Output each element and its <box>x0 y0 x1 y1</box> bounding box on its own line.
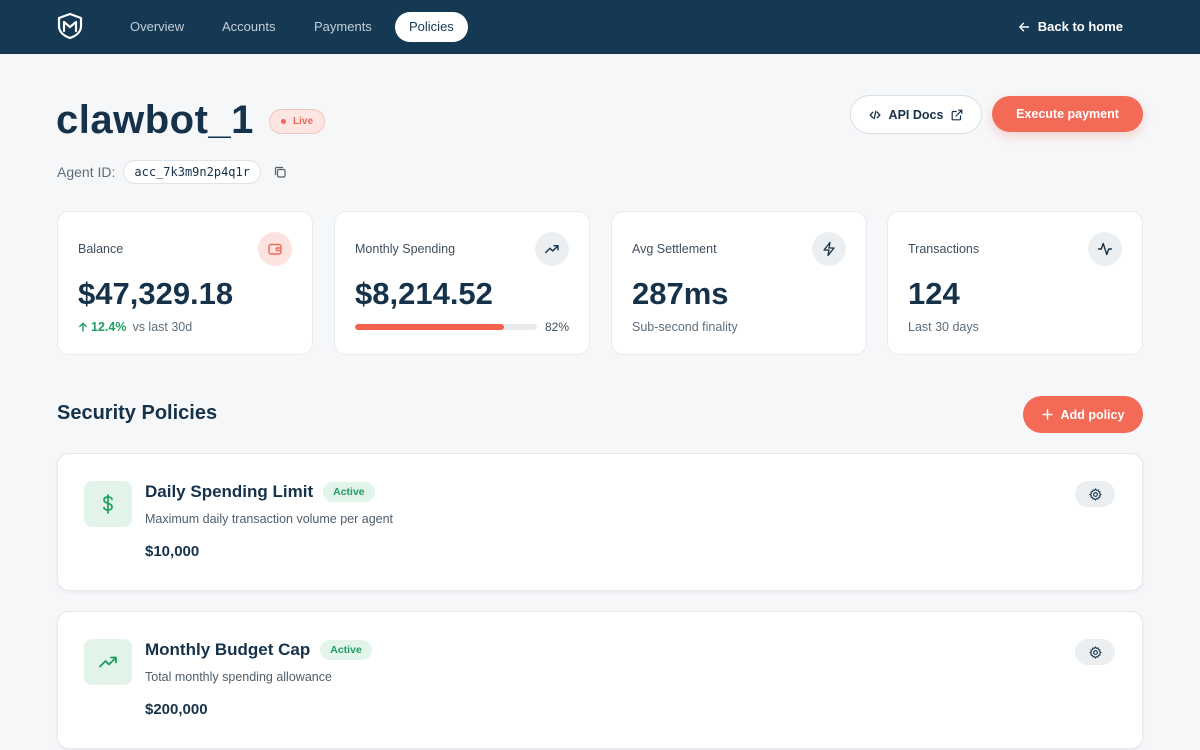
policy-description: Total monthly spending allowance <box>145 670 332 684</box>
wallet-icon <box>258 232 292 266</box>
avg-settlement-sub: Sub-second finality <box>632 320 738 334</box>
plus-icon <box>1041 409 1053 420</box>
monthly-spending-label: Monthly Spending <box>355 242 456 256</box>
nav-policies[interactable]: Policies <box>395 12 468 42</box>
avg-settlement-card: Avg Settlement 287ms Sub-second finality <box>611 211 867 355</box>
balance-label: Balance <box>78 242 124 256</box>
balance-sub: 12.4% vs last 30d <box>78 320 192 334</box>
back-to-home-link[interactable]: Back to home <box>1018 12 1123 42</box>
policy-value: $10,000 <box>145 543 200 560</box>
live-dot-icon <box>281 119 286 124</box>
nav-payments[interactable]: Payments <box>300 12 386 42</box>
api-docs-label: API Docs <box>888 107 944 122</box>
external-link-icon <box>952 109 963 120</box>
gear-icon <box>1088 645 1102 659</box>
page-title: clawbot_1 <box>56 98 254 142</box>
monthly-spending-value: $8,214.52 <box>355 276 493 311</box>
balance-value: $47,329.18 <box>78 276 234 311</box>
gear-icon <box>1088 487 1102 501</box>
status-badge: Live <box>269 109 326 134</box>
nav-overview[interactable]: Overview <box>116 12 198 42</box>
add-policy-button[interactable]: Add policy <box>1023 396 1143 433</box>
dollar-icon <box>84 481 132 527</box>
spending-progress-bar <box>355 324 537 330</box>
balance-trend-value: 12.4% <box>91 320 127 334</box>
top-nav: Overview Accounts Payments Policies Back… <box>0 0 1200 54</box>
avg-settlement-value: 287ms <box>632 276 729 311</box>
policy-card-daily-limit: Daily Spending Limit Active Maximum dail… <box>57 453 1143 591</box>
policy-status-badge: Active <box>320 640 372 660</box>
section-title: Security Policies <box>57 402 218 424</box>
policy-description: Maximum daily transaction volume per age… <box>145 512 394 526</box>
balance-card: Balance $47,329.18 12.4% vs last 30d <box>57 211 313 355</box>
spending-progress-fill <box>355 324 505 330</box>
policy-title: Monthly Budget Cap <box>145 640 311 659</box>
activity-icon <box>1088 232 1122 266</box>
status-badge-label: Live <box>293 116 314 127</box>
avg-settlement-label: Avg Settlement <box>632 242 717 256</box>
policy-value: $200,000 <box>145 701 208 718</box>
balance-trend-note: vs last 30d <box>132 320 193 334</box>
execute-payment-button[interactable]: Execute payment <box>992 96 1143 132</box>
trending-up-icon <box>84 639 132 685</box>
nav-accounts[interactable]: Accounts <box>208 12 289 42</box>
policy-title: Daily Spending Limit <box>145 482 314 501</box>
add-policy-label: Add policy <box>1060 407 1125 422</box>
agent-id-row: Agent ID: acc_7k3m9n2p4q1r <box>57 160 287 184</box>
policy-settings-button[interactable] <box>1075 639 1115 665</box>
api-docs-button[interactable]: API Docs <box>850 95 982 134</box>
arrow-up-icon <box>79 322 87 332</box>
trending-up-icon <box>535 232 569 266</box>
transactions-sub: Last 30 days <box>908 320 979 334</box>
shield-logo-icon[interactable] <box>56 12 84 40</box>
transactions-label: Transactions <box>908 242 980 256</box>
policy-settings-button[interactable] <box>1075 481 1115 507</box>
copy-icon[interactable] <box>273 165 287 179</box>
monthly-spending-card: Monthly Spending $8,214.52 82% <box>334 211 590 355</box>
policy-title-row: Daily Spending Limit Active <box>145 482 375 502</box>
agent-id-label: Agent ID: <box>57 164 116 180</box>
transactions-value: 124 <box>908 276 960 311</box>
arrow-left-icon <box>1018 22 1029 32</box>
trend-up: 12.4% <box>78 320 126 334</box>
policy-title-row: Monthly Budget Cap Active <box>145 640 372 660</box>
spending-progress-percent: 82% <box>544 320 569 334</box>
agent-id-value: acc_7k3m9n2p4q1r <box>123 160 261 184</box>
transactions-card: Transactions 124 Last 30 days <box>887 211 1143 355</box>
policy-card-monthly-cap: Monthly Budget Cap Active Total monthly … <box>57 611 1143 749</box>
lightning-icon <box>812 232 846 266</box>
policy-status-badge: Active <box>323 482 375 502</box>
code-icon <box>869 110 880 119</box>
back-to-home-label: Back to home <box>1037 19 1123 34</box>
